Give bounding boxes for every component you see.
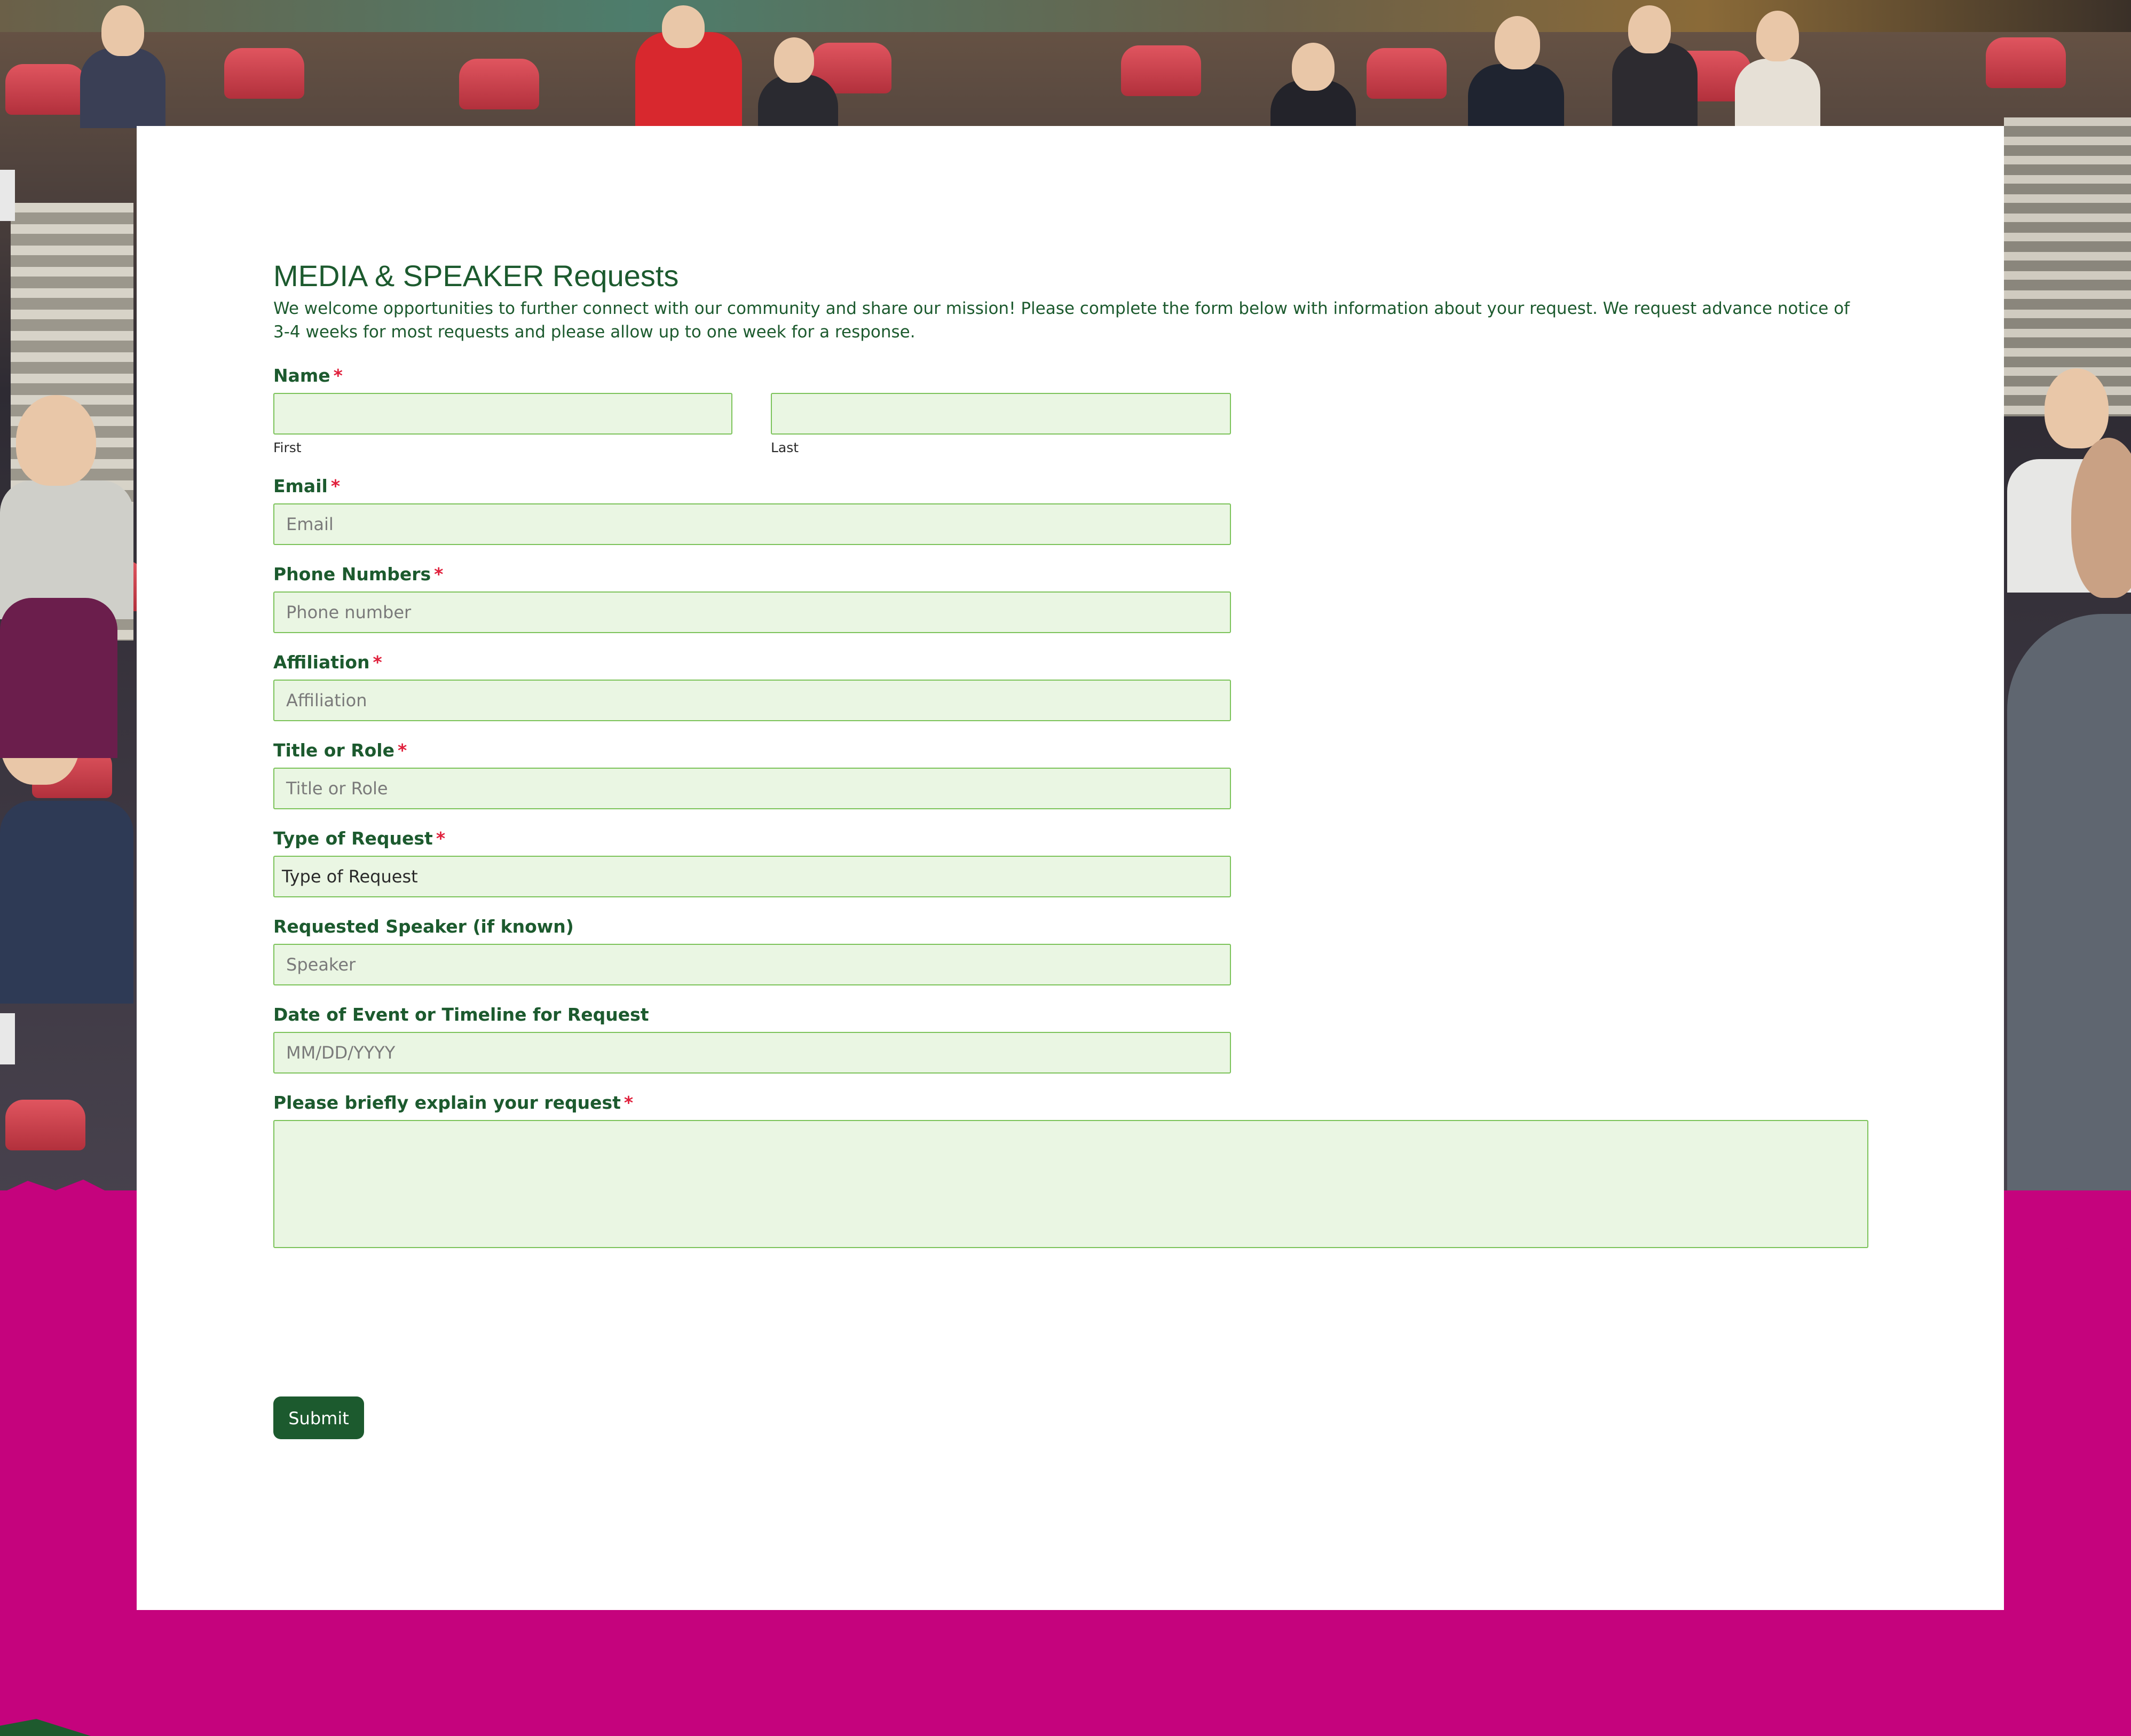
title-role-label: Title or Role * — [273, 740, 407, 761]
audience-member — [2045, 368, 2109, 448]
speaker-field: Requested Speaker (if known) Speaker — [273, 916, 1231, 985]
seat — [5, 64, 85, 115]
seat — [5, 1100, 85, 1150]
seat — [1367, 48, 1447, 99]
speaker-input[interactable]: Speaker — [273, 944, 1231, 985]
form-header: MEDIA & SPEAKER Requests We welcome oppo… — [273, 259, 1870, 344]
first-name-input[interactable] — [273, 393, 732, 435]
last-sublabel: Last — [771, 440, 799, 455]
phone-label: Phone Numbers * — [273, 564, 444, 585]
form-card: MEDIA & SPEAKER Requests We welcome oppo… — [137, 126, 2004, 1610]
name-label: Name * — [273, 365, 343, 386]
request-type-field: Type of Request * Type of Request — [273, 828, 1231, 897]
audience-member — [1756, 11, 1799, 61]
audience-member — [1495, 16, 1540, 69]
request-type-select[interactable]: Type of Request — [273, 856, 1231, 897]
date-label: Date of Event or Timeline for Request — [273, 1004, 649, 1025]
date-field: Date of Event or Timeline for Request MM… — [273, 1004, 1231, 1074]
form-title: MEDIA & SPEAKER Requests — [273, 259, 679, 293]
seat — [459, 59, 539, 109]
audience-member — [662, 5, 705, 48]
required-marker: * — [330, 476, 341, 496]
audience-member — [1735, 59, 1820, 128]
seat — [1986, 37, 2066, 88]
required-marker: * — [434, 564, 444, 585]
affiliation-input[interactable]: Affiliation — [273, 680, 1231, 721]
submit-button[interactable]: Submit — [273, 1396, 364, 1439]
email-input[interactable]: Email — [273, 503, 1231, 545]
audience-member — [0, 598, 117, 758]
date-input[interactable]: MM/DD/YYYY — [273, 1032, 1231, 1074]
phone-input[interactable]: Phone number — [273, 591, 1231, 633]
audience-member — [0, 801, 133, 1004]
required-marker: * — [333, 365, 343, 386]
title-role-field: Title or Role * Title or Role — [273, 740, 1231, 809]
explain-field: Please briefly explain your request * — [273, 1092, 1868, 1248]
required-marker: * — [398, 740, 407, 761]
audience-member — [1468, 64, 1564, 128]
last-name-input[interactable] — [771, 393, 1231, 435]
required-marker: * — [373, 652, 382, 673]
audience-member — [1292, 43, 1335, 91]
explain-textarea[interactable] — [273, 1120, 1868, 1248]
explain-label: Please briefly explain your request * — [273, 1092, 634, 1113]
required-marker: * — [623, 1092, 634, 1113]
affiliation-field: Affiliation * Affiliation — [273, 652, 1231, 721]
side-tab[interactable] — [0, 170, 15, 221]
audience-member — [774, 37, 814, 83]
speaker-person — [2007, 614, 2131, 1228]
audience-member — [1612, 43, 1698, 128]
affiliation-label: Affiliation * — [273, 652, 382, 673]
request-type-label: Type of Request * — [273, 828, 446, 849]
audience-member — [1628, 5, 1671, 53]
seat — [1121, 45, 1201, 96]
title-role-input[interactable]: Title or Role — [273, 768, 1231, 809]
audience-member — [101, 5, 144, 56]
phone-field: Phone Numbers * Phone number — [273, 564, 1231, 633]
seat — [224, 48, 304, 99]
side-tab[interactable] — [0, 1013, 15, 1064]
form-intro: We welcome opportunities to further conn… — [273, 298, 1850, 342]
required-marker: * — [436, 828, 446, 849]
email-field: Email * Email — [273, 476, 1231, 545]
audience-member — [758, 75, 838, 128]
email-label: Email * — [273, 476, 341, 496]
name-field: Name * First Last — [273, 365, 1231, 455]
speaker-label: Requested Speaker (if known) — [273, 916, 574, 937]
audience-member — [16, 395, 96, 486]
first-sublabel: First — [273, 440, 302, 455]
back-wall — [0, 0, 2131, 32]
audience-member — [80, 48, 165, 128]
